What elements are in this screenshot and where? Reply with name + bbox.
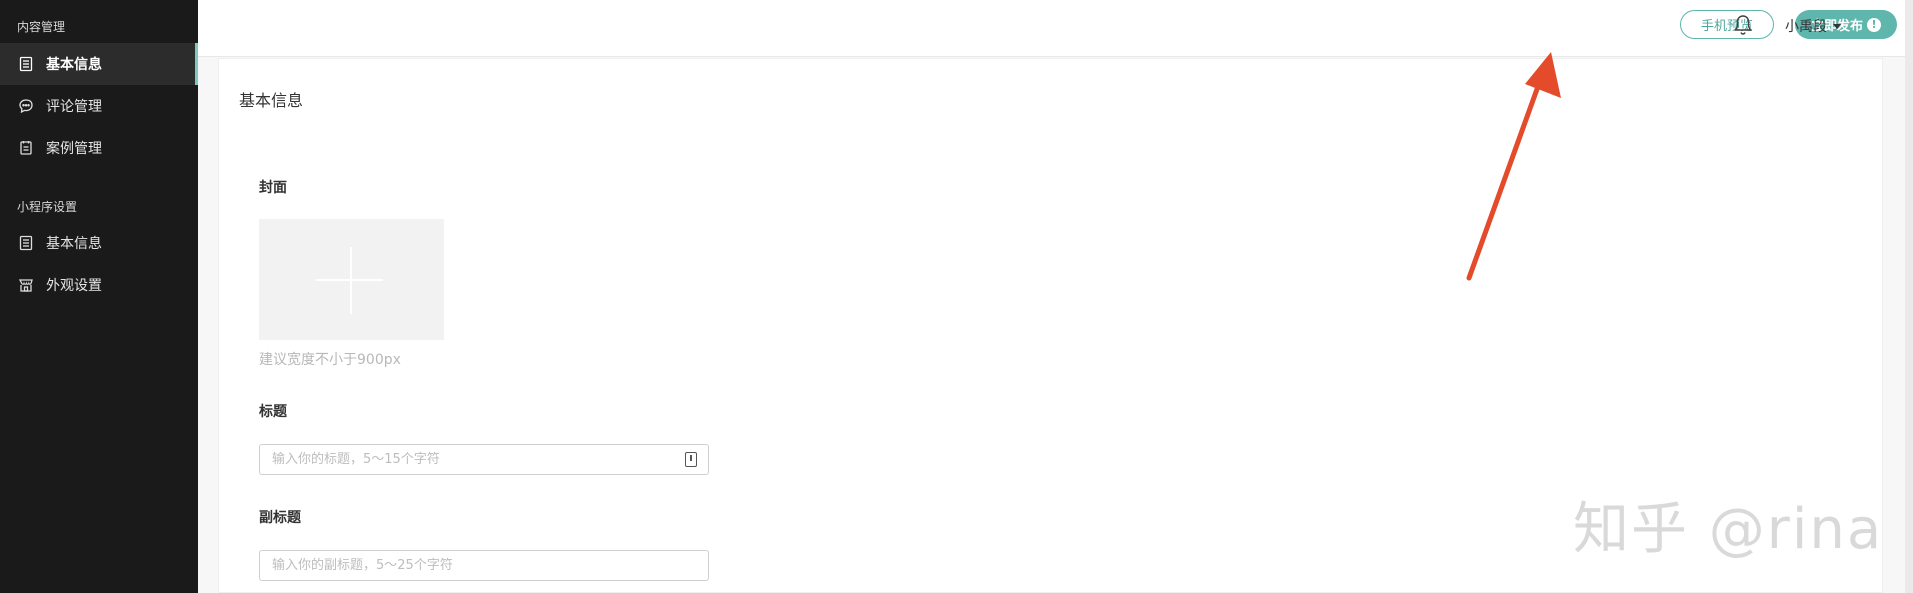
cover-hint: 建议宽度不小于900px [259,352,401,368]
sidebar-section-miniprogram-settings: 小程序设置 [17,200,78,214]
sidebar-item-label: 基本信息 [46,57,102,73]
arrow-shaft [1466,75,1544,281]
sidebar-item-basic-info[interactable]: 基本信息 [0,43,198,85]
subtitle-label: 副标题 [259,510,301,526]
sidebar-item-label: 案例管理 [46,141,102,157]
document-list-icon [18,56,34,72]
bell-icon[interactable] [1733,14,1753,36]
sidebar-item-comments[interactable]: 评论管理 [0,85,198,127]
cover-upload-box[interactable] [259,219,444,340]
top-bar: 手机预览 立即发布 ! 小禹段 [198,0,1913,57]
exclamation-icon: ! [1867,17,1881,32]
counter-icon [685,452,697,467]
sidebar-item-appearance[interactable]: 外观设置 [0,264,198,306]
cover-label: 封面 [259,180,287,196]
user-menu[interactable]: 小禹段 [1785,16,1841,36]
user-name: 小禹段 [1785,19,1827,35]
subtitle-input[interactable] [259,550,709,581]
sidebar: 内容管理 基本信息 评论管理 案例管理 小程序设置 基本信息 外观设置 [0,0,198,593]
sidebar-item-label: 外观设置 [46,278,102,294]
sidebar-item-miniprogram-basic-info[interactable]: 基本信息 [0,222,198,264]
arrow-head [1525,52,1561,98]
app-root: 内容管理 基本信息 评论管理 案例管理 小程序设置 基本信息 外观设置 手机预览… [0,0,1913,593]
chevron-down-icon [1833,23,1841,29]
sidebar-section-content-management: 内容管理 [17,20,66,34]
mobile-preview-button[interactable]: 手机预览 [1680,10,1774,39]
watermark: 知乎 @rina [1573,497,1884,562]
sidebar-item-label: 基本信息 [46,236,102,252]
page-title: 基本信息 [239,91,304,110]
page-scrollbar[interactable] [1905,0,1913,593]
sidebar-item-label: 评论管理 [46,99,102,115]
storefront-icon [18,277,34,293]
chat-bubble-icon [18,98,34,114]
title-input[interactable] [259,444,709,475]
sidebar-item-cases[interactable]: 案例管理 [0,127,198,169]
plus-icon-vertical [350,247,352,314]
title-label: 标题 [259,404,287,420]
annotation-arrow [1466,52,1561,281]
document-list-icon [18,235,34,251]
notebook-icon [18,140,34,156]
